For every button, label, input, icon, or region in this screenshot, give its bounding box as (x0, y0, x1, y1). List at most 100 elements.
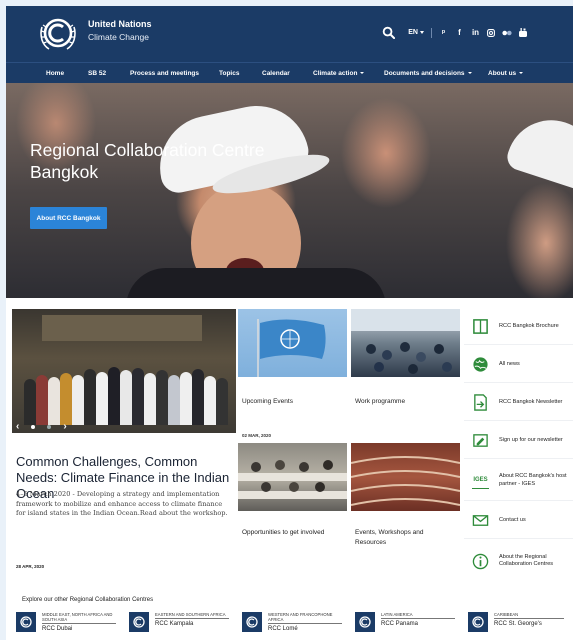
feature-image: ‹ › (12, 309, 236, 433)
nav-label: About us (488, 70, 517, 77)
newsletter-icon (474, 394, 487, 411)
plenary-picture (351, 456, 460, 506)
photo-person (120, 370, 132, 425)
nav-item-process[interactable]: Process and meetings (130, 70, 199, 77)
language-selector[interactable]: EN (408, 29, 424, 36)
chevron-down-icon (519, 72, 524, 75)
org-sub: Climate Change (88, 32, 149, 42)
hero-photo-cap (503, 108, 573, 194)
unfccc-logo-small (242, 612, 262, 632)
brochure-link[interactable]: RCC Bangkok Brochure (464, 309, 573, 345)
tile-events-workshops[interactable]: Events, Workshops and Resources (351, 443, 460, 571)
search-icon[interactable] (382, 26, 396, 39)
photo-person (204, 376, 216, 425)
rcc-name: RCC Dubai (42, 626, 73, 632)
nav-item-calendar[interactable]: Calendar (262, 70, 290, 77)
about-rcc-button[interactable]: About RCC Bangkok (30, 207, 107, 229)
brand[interactable]: United Nations Climate Change (88, 19, 152, 43)
org-name: United Nations (88, 19, 152, 29)
nav-item-topics[interactable]: Topics (219, 70, 239, 77)
nav-item-home[interactable]: Home (46, 70, 64, 77)
nav-item-documents[interactable]: Documents and decisions (384, 70, 472, 77)
nav-item-about[interactable]: About us (488, 70, 524, 77)
iges-link[interactable]: IGES About RCC Bangkok's host partner - … (464, 461, 573, 501)
photo-person (84, 369, 96, 425)
photo-person (60, 373, 72, 425)
iges-logo: IGES (472, 472, 489, 489)
chevron-left-icon[interactable]: ‹ (16, 421, 19, 432)
meeting-hall-picture (351, 309, 460, 374)
contact-link[interactable]: Contact us (464, 503, 573, 539)
hero-photo-detail (126, 268, 386, 298)
photo-person (132, 368, 144, 425)
slider-controls: ‹ › (16, 421, 96, 432)
rcc-region: MIDDLE EAST, NORTH AFRICA AND SOUTH ASIA (42, 612, 116, 624)
nav-label: Calendar (262, 70, 290, 77)
rcc-name: RCC Lomé (268, 626, 298, 632)
photo-person (24, 379, 36, 425)
slider-dot[interactable] (47, 424, 52, 429)
chevron-down-icon (467, 72, 472, 75)
un-flag-picture (257, 319, 326, 377)
instagram-icon[interactable] (487, 28, 495, 37)
feature-date: 28 APR, 2020 (16, 564, 45, 569)
rcc-lome-link[interactable]: WESTERN AND FRANCOPHONE AFRICA RCC Lomé (242, 612, 346, 638)
tile-upcoming-events[interactable]: Upcoming Events 02 MAR, 2020 (238, 309, 347, 439)
tile-image-meeting (351, 309, 460, 377)
tile-title: Work programme (355, 398, 406, 405)
side-link-label: Contact us (499, 516, 526, 523)
side-link-label: RCC Bangkok Brochure (499, 322, 559, 329)
signup-link[interactable]: Sign up for our newsletter (464, 423, 573, 459)
header-tools: EN ᵖ f in (382, 26, 527, 39)
photo-person (72, 375, 84, 425)
about-rcc-link[interactable]: About the Regional Collaboration Centres (464, 541, 573, 581)
tile-image-un-flag (238, 309, 347, 377)
slider-dot-active[interactable] (31, 424, 36, 429)
side-link-label: About RCC Bangkok's host partner - IGES (499, 473, 567, 487)
photo-person (192, 369, 204, 425)
rcc-region: WESTERN AND FRANCOPHONE AFRICA (268, 612, 342, 624)
rcc-region: CARIBBEAN (494, 612, 564, 619)
page: United Nations Climate Change EN ᵖ f in … (6, 6, 573, 640)
unfccc-logo-small (355, 612, 375, 632)
rcc-st-georges-link[interactable]: CARIBBEAN RCC St. George's (468, 612, 572, 638)
tile-title: Opportunities to get involved (242, 529, 325, 536)
info-icon (472, 553, 489, 569)
newsletter-link[interactable]: RCC Bangkok Newsletter (464, 385, 573, 421)
rcc-dubai-link[interactable]: MIDDLE EAST, NORTH AFRICA AND SOUTH ASIA… (16, 612, 120, 638)
unfccc-logo-small (129, 612, 149, 632)
nav-item-climate-action[interactable]: Climate action (313, 70, 365, 77)
side-link-label: About the Regional Collaboration Centres (499, 553, 554, 568)
globe-icon (473, 357, 488, 372)
hero-title: Regional Collaboration Centre Bangkok (30, 140, 265, 182)
photo-person (36, 375, 48, 425)
nav-label: Process and meetings (130, 70, 199, 77)
rcc-panama-link[interactable]: LATIN AMERICA RCC Panama (355, 612, 459, 638)
all-news-link[interactable]: All news (464, 347, 573, 383)
linkedin-icon[interactable]: in (471, 28, 480, 37)
youtube-icon[interactable] (519, 28, 527, 37)
facebook-icon[interactable]: f (455, 28, 464, 37)
nav-label: Topics (219, 70, 240, 77)
flickr-icon[interactable] (502, 30, 512, 36)
chevron-down-icon (360, 72, 365, 75)
tile-opportunities[interactable]: Opportunities to get involved (238, 443, 347, 571)
chevron-down-icon (420, 30, 424, 34)
side-link-label: RCC Bangkok Newsletter (499, 398, 563, 405)
group-photo (22, 345, 228, 425)
feature-card[interactable]: ‹ › Common Challenges, Common Needs: Cli… (12, 309, 236, 571)
twitter-icon[interactable]: ᵖ (439, 28, 448, 37)
rcc-kampala-link[interactable]: EASTERN AND SOUTHERN AFRICA RCC Kampala (129, 612, 233, 638)
chevron-right-icon[interactable]: › (63, 421, 66, 432)
tile-work-programme[interactable]: Work programme (351, 309, 460, 439)
rcc-name: RCC St. George's (494, 621, 542, 627)
rcc-name: RCC Kampala (155, 621, 194, 627)
photo-person (48, 377, 60, 425)
side-link-label: All news (499, 360, 520, 367)
language-label: EN (408, 29, 418, 36)
photo-person (216, 378, 228, 425)
unfccc-logo[interactable] (38, 13, 78, 53)
photo-person (180, 372, 192, 425)
nav-item-sb52[interactable]: SB 52 (88, 70, 106, 77)
backdrop (42, 315, 202, 341)
